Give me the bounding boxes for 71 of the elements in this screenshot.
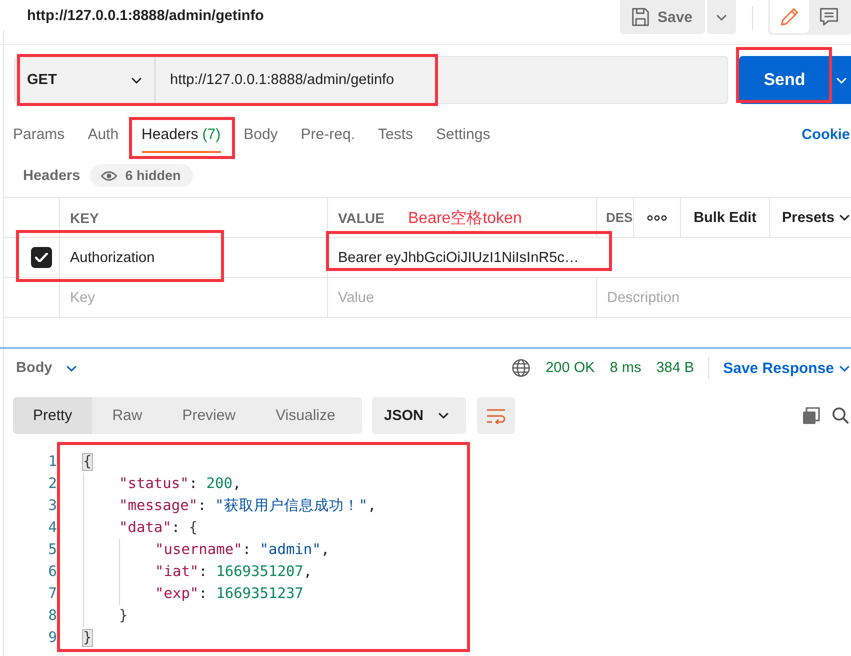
url-field[interactable]: http://127.0.0.1:8888/admin/getinfo [155, 56, 728, 104]
line-number: 9 [48, 630, 57, 646]
search-icon[interactable] [832, 407, 849, 424]
language-dropdown[interactable]: JSON [372, 397, 466, 434]
column-header: VALUE [338, 210, 384, 226]
response-size: 384 B [656, 360, 694, 376]
caret-icon [836, 76, 846, 84]
bulk-edit-button[interactable]: Bulk Edit [694, 210, 756, 226]
column-header: DES [606, 210, 633, 225]
value-field[interactable]: Value [338, 278, 596, 316]
description-field[interactable]: Description [607, 278, 851, 316]
checkbox[interactable] [31, 247, 52, 268]
tab[interactable]: Body [244, 120, 278, 153]
headers-label: Headers [23, 168, 80, 184]
header-value: Bearer eyJhbGciOiJIUzI1NiIsInR5c… [338, 250, 579, 266]
caret-icon [438, 412, 449, 419]
response-time: 8 ms [610, 360, 642, 376]
code-line: "iat": 1669351207, [155, 563, 312, 582]
response-view-dropdown[interactable]: Body [16, 360, 78, 376]
format-tab[interactable]: Visualize [256, 397, 356, 434]
tab[interactable]: Tests [378, 120, 413, 153]
line-number: 6 [48, 564, 57, 580]
line-number: 1 [48, 454, 57, 470]
method-dropdown[interactable]: GET [14, 56, 155, 104]
edit-button[interactable] [770, 0, 809, 33]
tab[interactable]: Params [13, 120, 65, 153]
globe-icon[interactable] [512, 359, 530, 377]
code-line: "status": 200, [119, 475, 242, 494]
caret-icon [839, 214, 850, 221]
more-icon[interactable] [647, 214, 667, 220]
status-code: 200 OK [546, 360, 595, 376]
caret-icon [716, 14, 727, 20]
code-line: "username": "admin", [155, 541, 330, 560]
line-number: 4 [48, 520, 57, 536]
header-key: Authorization [70, 250, 155, 266]
caret-icon [66, 364, 78, 372]
format-tab[interactable]: Raw [92, 397, 162, 434]
tab[interactable]: Auth [88, 120, 119, 153]
format-tab[interactable]: Pretty [13, 397, 92, 434]
eye-icon [101, 170, 118, 180]
hidden-headers-toggle[interactable]: 6 hidden [90, 164, 193, 187]
line-number: 2 [48, 476, 57, 492]
column-header: KEY [70, 210, 99, 226]
code-line: "data": { [119, 519, 198, 538]
presets-dropdown[interactable]: Presets [780, 210, 850, 226]
copy-icon[interactable] [802, 406, 820, 424]
format-tab[interactable]: Preview [162, 397, 256, 434]
code-line: } [119, 607, 128, 626]
check-icon [35, 252, 48, 262]
code-line: "exp": 1669351237 [155, 585, 304, 604]
caret-icon [131, 76, 142, 84]
line-number: 5 [48, 542, 57, 558]
line-number: 7 [48, 586, 57, 602]
comment-icon [820, 8, 838, 26]
send-button[interactable]: Send [739, 56, 830, 104]
code-line: "message": "获取用户信息成功！", [119, 497, 376, 516]
pencil-icon [780, 8, 798, 26]
tab[interactable]: Settings [436, 120, 490, 153]
line-number: 8 [48, 608, 57, 624]
caret-icon [839, 364, 850, 372]
wrap-lines-button[interactable] [477, 397, 515, 434]
annotation-note: Beare空格token [408, 209, 522, 229]
save-button[interactable]: Save [620, 0, 705, 34]
tab[interactable]: Pre-req. [300, 120, 355, 153]
line-number: 3 [48, 498, 57, 514]
key-field[interactable]: Key [70, 278, 327, 316]
save-response-button[interactable]: Save Response [723, 360, 850, 376]
request-title: http://127.0.0.1:8888/admin/getinfo [27, 7, 264, 26]
tab[interactable]: Headers (7) [142, 120, 221, 153]
cookies-link[interactable]: Cookie [802, 120, 850, 144]
wrap-lines-icon [486, 408, 506, 424]
